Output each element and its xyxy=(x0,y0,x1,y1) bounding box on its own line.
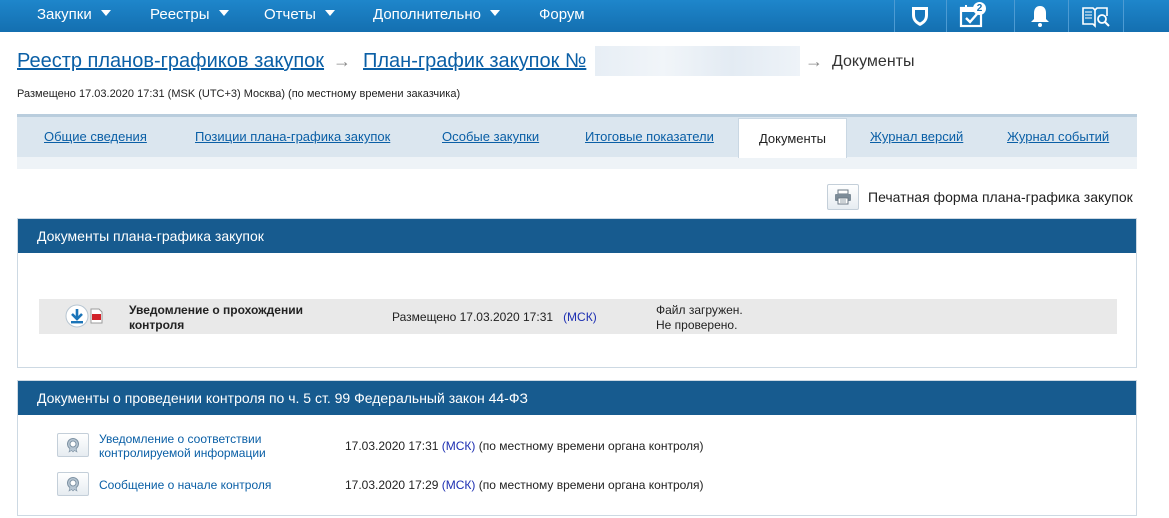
tabs-bar xyxy=(17,114,1137,158)
calendar-check-icon[interactable]: 2 xyxy=(946,0,996,32)
notification-count-badge: 2 xyxy=(973,2,986,15)
printer-icon xyxy=(835,189,851,205)
tab-totals[interactable]: Итоговые показатели xyxy=(585,129,714,144)
caret-down-icon xyxy=(489,10,500,17)
breadcrumb-registry-link[interactable]: Реестр планов-графиков закупок xyxy=(17,50,324,73)
arrow-right-icon: → xyxy=(333,51,351,71)
control-doc-row: Уведомление о соответствии контролируемо… xyxy=(18,431,1136,463)
panel-header: Документы плана-графика закупок xyxy=(18,219,1136,253)
control-documents-panel: Документы о проведении контроля по ч. 5 … xyxy=(17,380,1137,516)
nav-menu-forum[interactable]: Форум xyxy=(539,0,585,32)
control-doc-row: Сообщение о начале контроля 17.03.2020 1… xyxy=(18,471,1136,503)
nav-menu-dopolnitelno[interactable]: Дополнительно xyxy=(373,0,500,32)
nav-menu-label: Дополнительно xyxy=(373,6,481,23)
nav-menu-label: Закупки xyxy=(37,6,92,23)
print-form-link[interactable]: Печатная форма плана-графика закупок xyxy=(868,189,1133,205)
seal-certificate-icon[interactable] xyxy=(57,433,89,457)
document-status: Файл загружен. Не проверено. xyxy=(656,303,743,333)
download-icon[interactable] xyxy=(65,304,89,328)
document-posted-date: Размещено 17.03.2020 17:31 (МСК) xyxy=(392,310,597,324)
nav-menu-label: Форум xyxy=(539,6,585,23)
bell-icon[interactable] xyxy=(1014,0,1064,32)
panel-header: Документы о проведении контроля по ч. 5 … xyxy=(18,381,1136,415)
status-line: Файл загружен. xyxy=(656,303,743,317)
date-text: 17.03.2020 17:31 xyxy=(345,439,439,453)
breadcrumb-plan-link[interactable]: План-график закупок № xyxy=(363,50,586,73)
control-doc-link[interactable]: Уведомление о соответствии контролируемо… xyxy=(99,432,299,460)
timezone-label: (МСК) xyxy=(441,478,476,492)
tab-general[interactable]: Общие сведения xyxy=(44,129,147,144)
caret-down-icon xyxy=(324,10,335,17)
arrow-right-icon: → xyxy=(805,51,823,71)
nav-menu-otchety[interactable]: Отчеты xyxy=(264,0,335,32)
tab-versions[interactable]: Журнал версий xyxy=(870,129,963,144)
plan-documents-panel: Документы плана-графика закупок Уведомле… xyxy=(17,218,1137,368)
redacted-plan-number xyxy=(595,46,800,76)
tab-positions[interactable]: Позиции плана-графика закупок xyxy=(195,129,390,144)
nav-menu-reestry[interactable]: Реестры xyxy=(150,0,229,32)
print-button[interactable] xyxy=(827,184,859,210)
document-title: Уведомление о прохождении контроля xyxy=(129,303,303,332)
caret-down-icon xyxy=(218,10,229,17)
control-doc-link[interactable]: Сообщение о начале контроля xyxy=(99,478,319,492)
book-search-icon[interactable] xyxy=(1068,0,1124,32)
control-doc-date: 17.03.2020 17:29 (МСК) (по местному врем… xyxy=(345,478,704,492)
posted-info: Размещено 17.03.2020 17:31 (MSK (UTC+3) … xyxy=(17,88,461,100)
status-line: Не проверено. xyxy=(656,318,738,332)
nav-menu-label: Отчеты xyxy=(264,6,316,23)
timezone-note: (по местному времени органа контроля) xyxy=(478,439,704,453)
top-navigation-bar: Закупки Реестры Отчеты Дополнительно Фор… xyxy=(0,0,1169,32)
date-text: 17.03.2020 17:29 xyxy=(345,478,439,492)
posted-date-text: Размещено 17.03.2020 17:31 xyxy=(392,310,554,324)
pdf-file-icon xyxy=(90,308,103,324)
seal-certificate-icon[interactable] xyxy=(57,472,89,496)
timezone-note: (по местному времени органа контроля) xyxy=(478,478,704,492)
caret-down-icon xyxy=(100,10,111,17)
tab-special[interactable]: Особые закупки xyxy=(442,129,539,144)
timezone-label: (МСК) xyxy=(563,310,597,324)
tab-events[interactable]: Журнал событий xyxy=(1007,129,1109,144)
tabs-underlay xyxy=(17,157,1137,169)
tab-documents[interactable]: Документы xyxy=(738,118,847,158)
timezone-label: (МСК) xyxy=(441,439,476,453)
document-row: Уведомление о прохождении контроля Разме… xyxy=(39,299,1117,334)
nav-menu-zakupki[interactable]: Закупки xyxy=(37,0,111,32)
nav-menu-label: Реестры xyxy=(150,6,210,23)
shield-icon[interactable] xyxy=(894,0,944,32)
breadcrumb-current: Документы xyxy=(832,53,915,70)
control-doc-date: 17.03.2020 17:31 (МСК) (по местному врем… xyxy=(345,439,704,453)
